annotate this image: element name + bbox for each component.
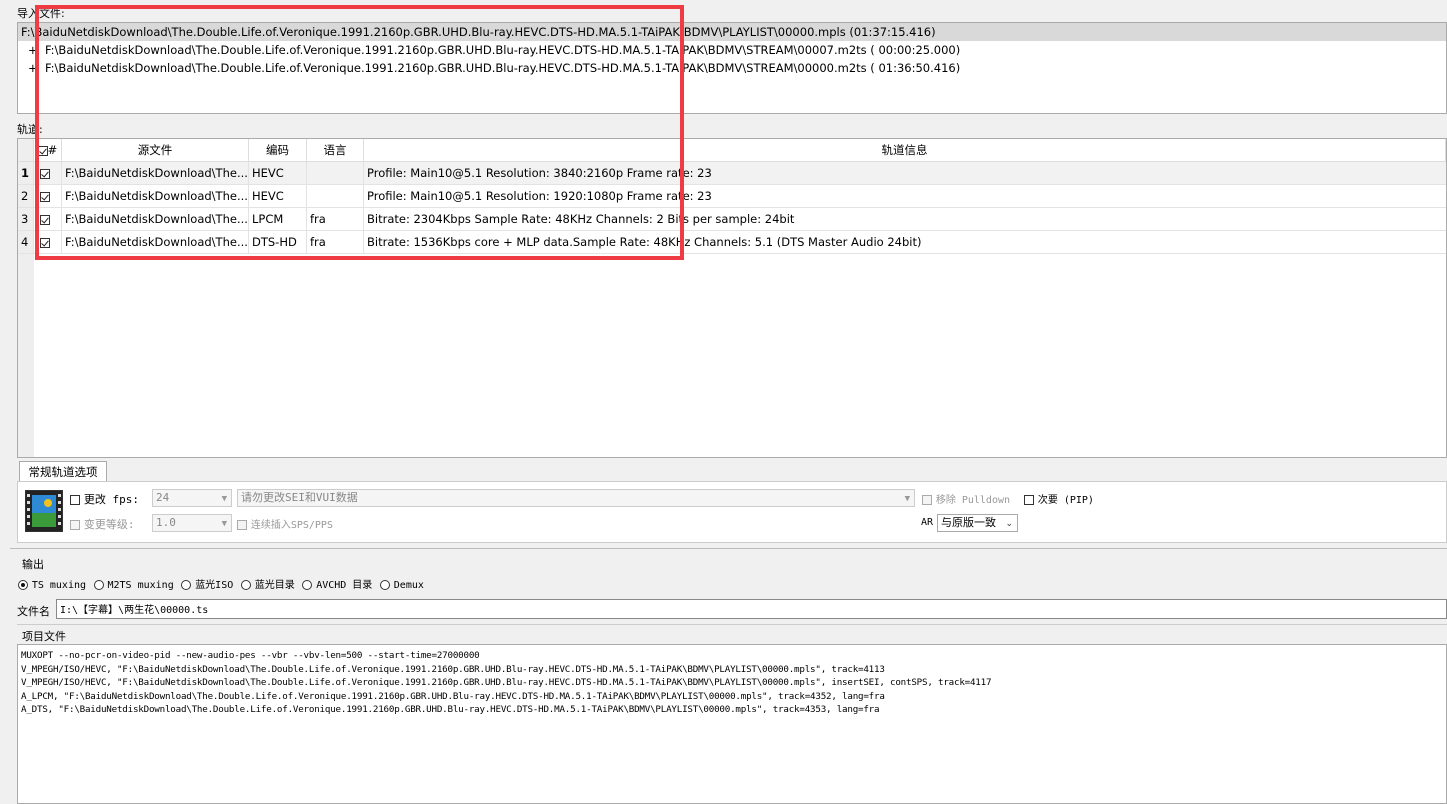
filename-input[interactable]: I:\【字幕】\两生花\00000.ts	[56, 599, 1447, 619]
divider	[10, 548, 1447, 549]
radio-ts-muxing[interactable]: TS muxing	[18, 577, 86, 591]
remove-pulldown-label: 移除 Pulldown	[935, 495, 1011, 506]
radio-avchd-folder[interactable]: AVCHD 目录	[302, 577, 372, 591]
project-line: A_LPCM, "F:\BaiduNetdiskDownload\The.Dou…	[21, 690, 885, 702]
ar-value: 与原版一致	[941, 516, 996, 529]
chevron-down-icon: ⌄	[1005, 519, 1013, 529]
project-line: V_MPEGH/ISO/HEVC, "F:\BaiduNetdiskDownlo…	[21, 663, 885, 675]
fps-value: 24	[156, 491, 170, 504]
secondary-pip-checkbox[interactable]: 次要 (PIP)	[1024, 491, 1094, 506]
output-label: 输出	[22, 558, 44, 571]
radio-bluray-iso[interactable]: 蓝光ISO	[181, 577, 233, 591]
chevron-down-icon: ▼	[904, 494, 910, 504]
project-line: A_DTS, "F:\BaiduNetdiskDownload\The.Doub…	[21, 704, 880, 715]
level-select[interactable]: 1.0 ▼	[152, 514, 232, 532]
filename-value: I:\【字幕】\两生花\00000.ts	[60, 605, 209, 616]
project-line: V_MPEGH/ISO/HEVC, "F:\BaiduNetdiskDownlo…	[21, 677, 992, 688]
secondary-pip-label: 次要 (PIP)	[1037, 495, 1094, 506]
radio-label: AVCHD 目录	[316, 580, 373, 591]
row-number: 3	[18, 208, 34, 230]
insert-sps-checkbox[interactable]: 连续插入SPS/PPS	[237, 516, 333, 531]
change-level-label: 变更等级:	[83, 518, 135, 531]
radio-m2ts-muxing[interactable]: M2TS muxing	[93, 577, 174, 591]
change-fps-label: 更改 fps:	[83, 493, 139, 506]
radio-label: M2TS muxing	[107, 580, 174, 591]
radio-bluray-folder[interactable]: 蓝光目录	[240, 577, 295, 591]
sei-value: 请勿更改SEI和VUI数据	[241, 491, 358, 504]
fps-select[interactable]: 24 ▼	[152, 489, 232, 507]
track-options-panel: 更改 fps: 24 ▼ 请勿更改SEI和VUI数据 ▼ 移除 Pulldown 次…	[17, 481, 1447, 543]
insert-sps-label: 连续插入SPS/PPS	[250, 520, 333, 531]
remove-pulldown-checkbox[interactable]: 移除 Pulldown	[922, 491, 1010, 506]
project-line: MUXOPT --no-pcr-on-video-pid --new-audio…	[21, 650, 480, 661]
row-header-strip	[18, 254, 34, 457]
radio-label: 蓝光ISO	[195, 580, 234, 591]
divider	[17, 624, 1447, 625]
project-file-textarea[interactable]: MUXOPT --no-pcr-on-video-pid --new-audio…	[17, 644, 1447, 804]
output-mode-group: TS muxing M2TS muxing 蓝光ISO 蓝光目录 AVCHD 目…	[18, 576, 424, 591]
ar-select[interactable]: 与原版一致 ⌄	[937, 514, 1018, 532]
level-value: 1.0	[156, 516, 176, 529]
radio-label: 蓝光目录	[254, 580, 295, 591]
tab-general-track-options[interactable]: 常规轨道选项	[19, 461, 107, 482]
filename-label: 文件名	[17, 605, 50, 618]
radio-demux[interactable]: Demux	[379, 577, 424, 591]
annotation-highlight-box	[35, 5, 684, 260]
row-number: 2	[18, 185, 34, 207]
row-number: 1	[18, 162, 34, 184]
change-level-checkbox[interactable]: 变更等级:	[70, 516, 134, 532]
change-fps-checkbox[interactable]: 更改 fps:	[70, 491, 139, 507]
chevron-down-icon: ▼	[221, 519, 227, 529]
row-header-corner	[18, 139, 34, 162]
radio-label: TS muxing	[31, 580, 87, 591]
chevron-down-icon: ▼	[221, 494, 227, 504]
project-file-label: 项目文件	[22, 630, 66, 643]
radio-label: Demux	[393, 580, 424, 591]
row-number: 4	[18, 231, 34, 253]
sei-vui-select[interactable]: 请勿更改SEI和VUI数据 ▼	[237, 489, 915, 507]
ar-label: AR	[921, 517, 934, 528]
video-film-icon	[25, 490, 63, 532]
